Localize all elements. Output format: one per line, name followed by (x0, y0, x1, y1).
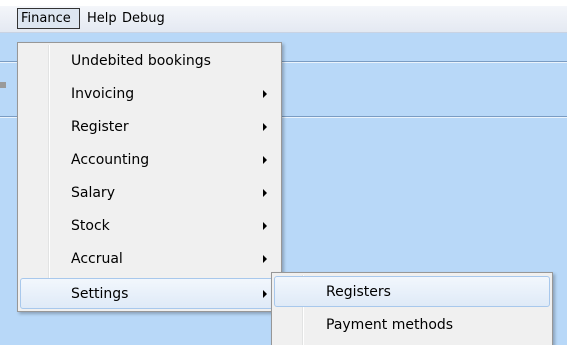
menu-item-label: Settings (71, 286, 129, 302)
menu-item-label: Accrual (71, 251, 123, 267)
menu-item-undebited-bookings[interactable]: Undebited bookings (20, 46, 279, 77)
menu-item-label: Invoicing (71, 86, 135, 102)
settings-submenu: Registers Payment methods (271, 272, 553, 345)
finance-menu: Undebited bookings Invoicing Register Ac… (17, 42, 282, 312)
chevron-right-icon (263, 156, 267, 164)
menu-item-label: Undebited bookings (71, 53, 211, 69)
menu-item-stock[interactable]: Stock (20, 211, 279, 242)
chevron-right-icon (263, 123, 267, 131)
menu-item-salary[interactable]: Salary (20, 178, 279, 209)
menubar-debug[interactable]: Debug (119, 8, 168, 29)
menu-item-label: Accounting (71, 152, 150, 168)
menu-bar: Finance Help Debug (0, 6, 567, 33)
panel-edge (0, 82, 6, 88)
menu-item-accounting[interactable]: Accounting (20, 145, 279, 176)
application-window: Finance Help Debug Undebited bookings In… (0, 0, 567, 345)
menu-item-register[interactable]: Register (20, 112, 279, 143)
chevron-right-icon (263, 290, 267, 298)
menu-item-label: Stock (71, 218, 110, 234)
menu-item-registers[interactable]: Registers (274, 276, 550, 307)
chevron-right-icon (263, 90, 267, 98)
menu-item-settings[interactable]: Settings (20, 278, 279, 309)
menu-item-payment-methods[interactable]: Payment methods (274, 310, 550, 341)
menu-item-label: Salary (71, 185, 115, 201)
menubar-finance[interactable]: Finance (17, 8, 80, 29)
chevron-right-icon (263, 255, 267, 263)
menu-item-label: Registers (326, 284, 391, 300)
menu-item-label: Payment methods (326, 317, 454, 333)
chevron-right-icon (263, 222, 267, 230)
menu-item-invoicing[interactable]: Invoicing (20, 79, 279, 110)
menu-item-label: Register (71, 119, 129, 135)
menubar-help[interactable]: Help (84, 8, 120, 29)
chevron-right-icon (263, 189, 267, 197)
menu-item-accrual[interactable]: Accrual (20, 244, 279, 275)
